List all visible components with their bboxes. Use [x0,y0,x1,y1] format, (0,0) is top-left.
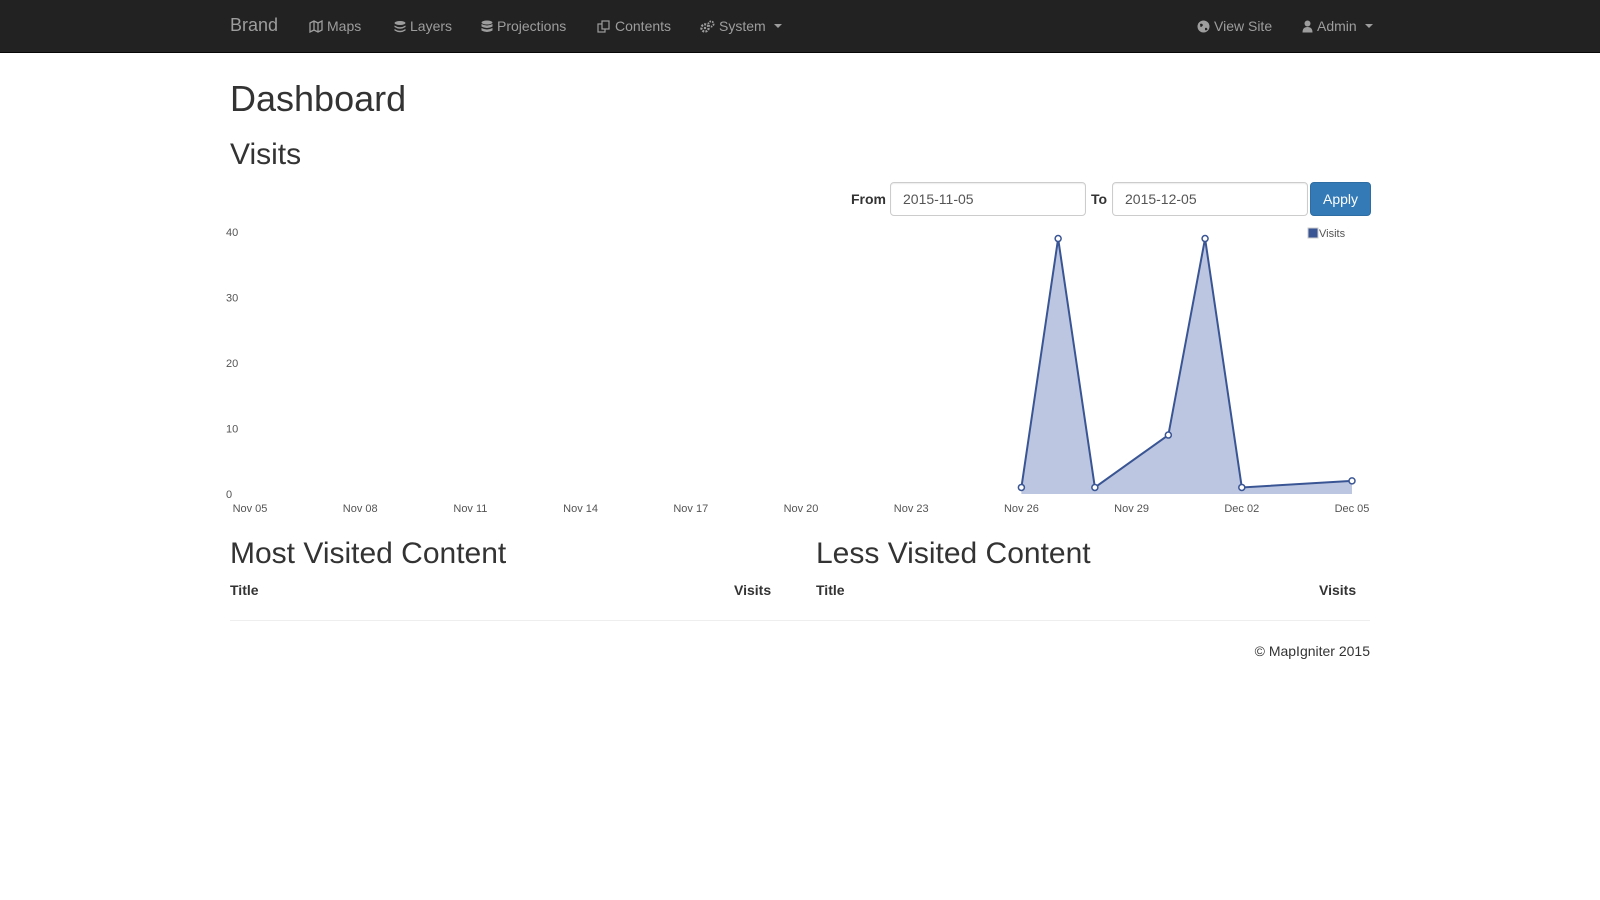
files-icon [597,19,611,33]
database-icon [481,20,493,33]
nav-system[interactable]: System [700,18,782,34]
x-tick-label: Nov 11 [453,503,487,515]
series-area [1021,238,1352,494]
brand-link[interactable]: Brand [230,15,278,36]
legend-swatch [1307,227,1319,239]
x-tick-label: Nov 29 [1114,503,1149,515]
footer-divider [230,620,1370,621]
nav-system-label: System [719,18,766,34]
cogs-icon [700,20,715,33]
less-visited-visits-header: Visits [1319,582,1357,598]
y-tick-label: 40 [226,227,238,239]
y-tick-label: 10 [226,424,238,436]
nav-view-site-label: View Site [1214,18,1273,34]
x-tick-label: Nov 17 [673,503,708,515]
data-point [1054,234,1062,243]
legend-label: Visits [1319,228,1346,240]
footer-copyright: © MapIgniter 2015 [1254,643,1370,659]
x-tick-label: Nov 14 [563,503,598,515]
nav-maps[interactable]: Maps [309,18,361,34]
data-point [1238,483,1246,492]
to-label: To [1091,191,1108,207]
page-title: Dashboard [230,78,407,119]
top-navbar: Brand Maps Layers Projections Contents S… [0,0,1600,53]
data-point [1017,483,1026,492]
layers-icon [394,20,406,33]
user-icon [1302,20,1313,33]
nav-contents-label: Contents [615,18,672,34]
visits-heading: Visits [230,138,302,171]
nav-projections-label: Projections [497,18,567,34]
x-tick-label: Nov 05 [233,503,268,515]
data-point [1091,483,1099,492]
x-tick-label: Nov 08 [343,503,378,515]
data-point [1348,477,1356,485]
less-visited-heading: Less Visited Content [816,537,1091,570]
most-visited-title-header: Title [230,582,259,598]
map-icon [309,19,323,33]
nav-admin[interactable]: Admin [1302,18,1373,34]
less-visited-title-header: Title [816,582,845,598]
data-point [1201,234,1209,243]
nav-layers[interactable]: Layers [394,18,452,34]
nav-admin-label: Admin [1317,18,1357,34]
y-tick-label: 0 [226,489,232,501]
x-tick-label: Dec 05 [1335,503,1370,515]
nav-maps-label: Maps [327,18,362,34]
nav-contents[interactable]: Contents [597,18,671,34]
most-visited-visits-header: Visits [734,582,772,598]
most-visited-heading: Most Visited Content [230,537,507,570]
chevron-down-icon [773,24,782,28]
globe-icon [1197,20,1210,33]
y-tick-label: 30 [226,293,238,305]
x-tick-label: Nov 20 [784,503,819,515]
x-tick-label: Nov 26 [1004,503,1039,515]
visits-chart: 0 10 20 30 40 Nov 05 Nov 08 Nov 11 Nov 14 Nov 17 N… [226,227,1370,515]
data-point [1164,431,1173,439]
nav-view-site[interactable]: View Site [1197,18,1272,34]
chevron-down-icon [1364,24,1373,28]
x-tick-label: Dec 02 [1224,503,1259,515]
y-tick-label: 20 [226,358,238,370]
x-tick-label: Nov 23 [894,503,929,515]
nav-projections[interactable]: Projections [481,18,566,34]
nav-layers-label: Layers [410,18,453,34]
from-label: From [851,191,886,207]
